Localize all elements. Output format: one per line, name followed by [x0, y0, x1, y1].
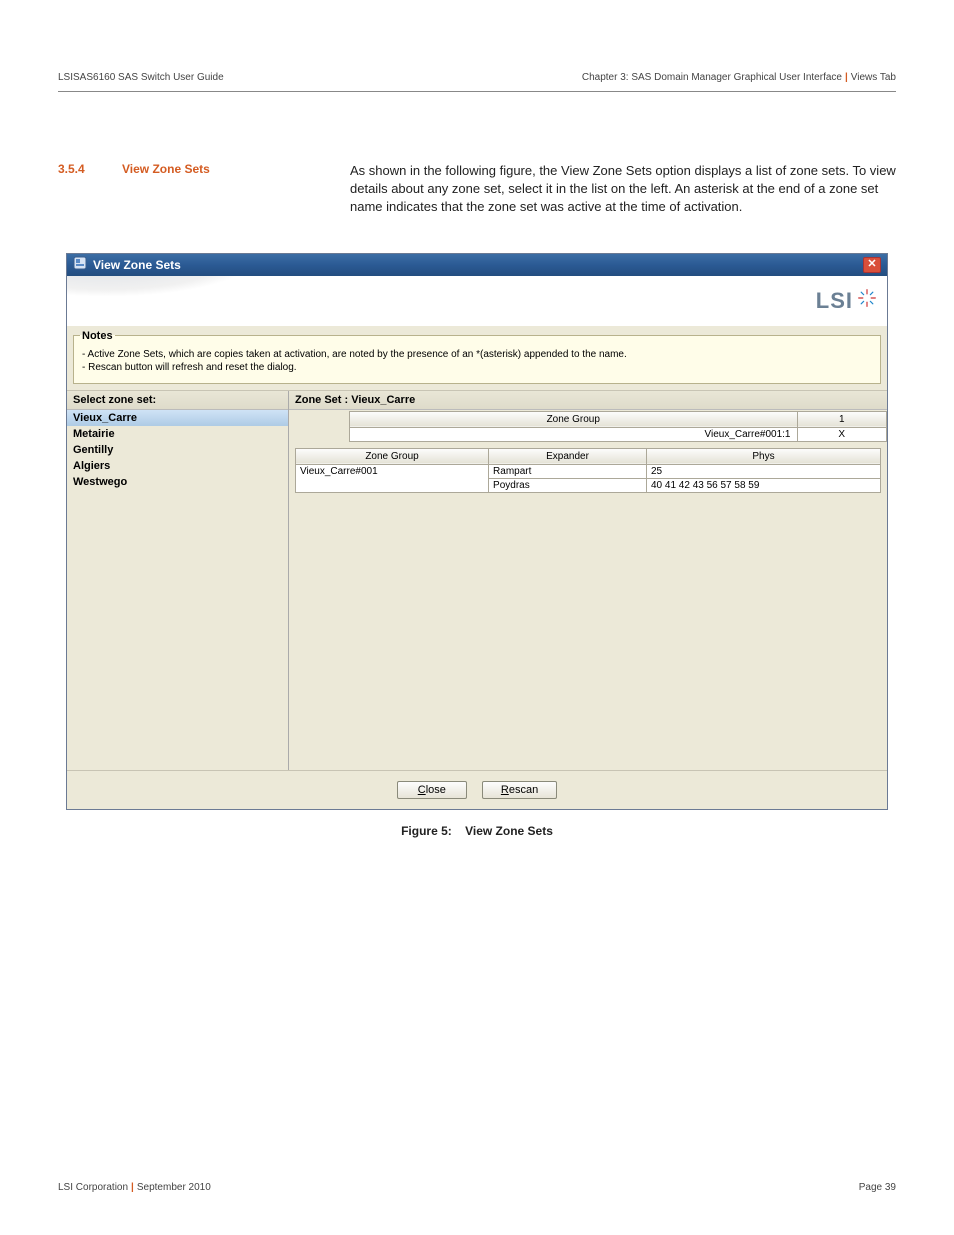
section-title: View Zone Sets	[122, 162, 322, 217]
th-zone-group: Zone Group	[296, 448, 489, 464]
list-item[interactable]: Vieux_Carre	[67, 410, 288, 426]
table-row: Vieux_Carre#001:1 X	[350, 427, 887, 441]
list-item[interactable]: Westwego	[67, 474, 288, 490]
zone-group-summary-table: Zone Group 1 Vieux_Carre#001:1 X	[349, 411, 887, 442]
dialog-titlebar[interactable]: View Zone Sets ✕	[67, 254, 887, 276]
mini-th-zone-group: Zone Group	[350, 411, 798, 427]
zone-set-detail-pane: Zone Set : Vieux_Carre Zone Group 1 Vieu…	[289, 391, 887, 770]
header-left: LSISAS6160 SAS Switch User Guide	[58, 72, 224, 83]
header-separator: |	[842, 72, 851, 83]
rescan-button[interactable]: Rescan	[482, 781, 557, 799]
zone-group-detail-table: Zone Group Expander Phys Vieux_Carre#001…	[295, 448, 881, 493]
page-footer: LSI Corporation|September 2010 Page 39	[58, 1182, 896, 1193]
th-expander: Expander	[489, 448, 647, 464]
zone-set-list-pane: Select zone set: Vieux_Carre Metairie Ge…	[67, 391, 289, 770]
notes-legend: Notes	[80, 330, 115, 342]
banner: LSI	[67, 276, 887, 326]
note-line-1: - Active Zone Sets, which are copies tak…	[82, 348, 872, 362]
note-line-2: - Rescan button will refresh and reset t…	[82, 361, 872, 375]
logo-glyph-icon	[857, 288, 877, 314]
th-phys: Phys	[646, 448, 880, 464]
dialog-button-row: Close Rescan	[67, 770, 887, 809]
lsi-logo: LSI	[816, 288, 877, 314]
list-item[interactable]: Gentilly	[67, 442, 288, 458]
page-header: LSISAS6160 SAS Switch User Guide Chapter…	[58, 72, 896, 83]
section-body: As shown in the following figure, the Vi…	[350, 162, 896, 217]
section-3-5-4: 3.5.4 View Zone Sets As shown in the fol…	[58, 162, 896, 217]
dialog-title: View Zone Sets	[93, 258, 181, 272]
zone-set-detail-title: Zone Set : Vieux_Carre	[289, 391, 887, 410]
close-button[interactable]: Close	[397, 781, 467, 799]
zone-set-list[interactable]: Vieux_Carre Metairie Gentilly Algiers We…	[67, 410, 288, 770]
footer-separator: |	[128, 1182, 137, 1193]
list-item[interactable]: Algiers	[67, 458, 288, 474]
footer-right: Page 39	[859, 1182, 896, 1193]
footer-left: LSI Corporation|September 2010	[58, 1182, 211, 1193]
close-icon[interactable]: ✕	[863, 257, 881, 273]
list-item[interactable]: Metairie	[67, 426, 288, 442]
figure-caption: Figure 5: View Zone Sets	[58, 824, 896, 838]
mini-th-count: 1	[797, 411, 887, 427]
dialog-icon	[73, 256, 87, 273]
notes-box: Notes - Active Zone Sets, which are copi…	[73, 330, 881, 384]
header-rule	[58, 91, 896, 92]
table-row: Vieux_Carre#001 Rampart 25	[296, 464, 881, 478]
view-zone-sets-dialog: View Zone Sets ✕ LSI Notes - Active Zone…	[66, 253, 888, 810]
section-number: 3.5.4	[58, 162, 94, 217]
header-right: Chapter 3: SAS Domain Manager Graphical …	[582, 72, 896, 83]
select-zone-set-label: Select zone set:	[67, 391, 288, 410]
